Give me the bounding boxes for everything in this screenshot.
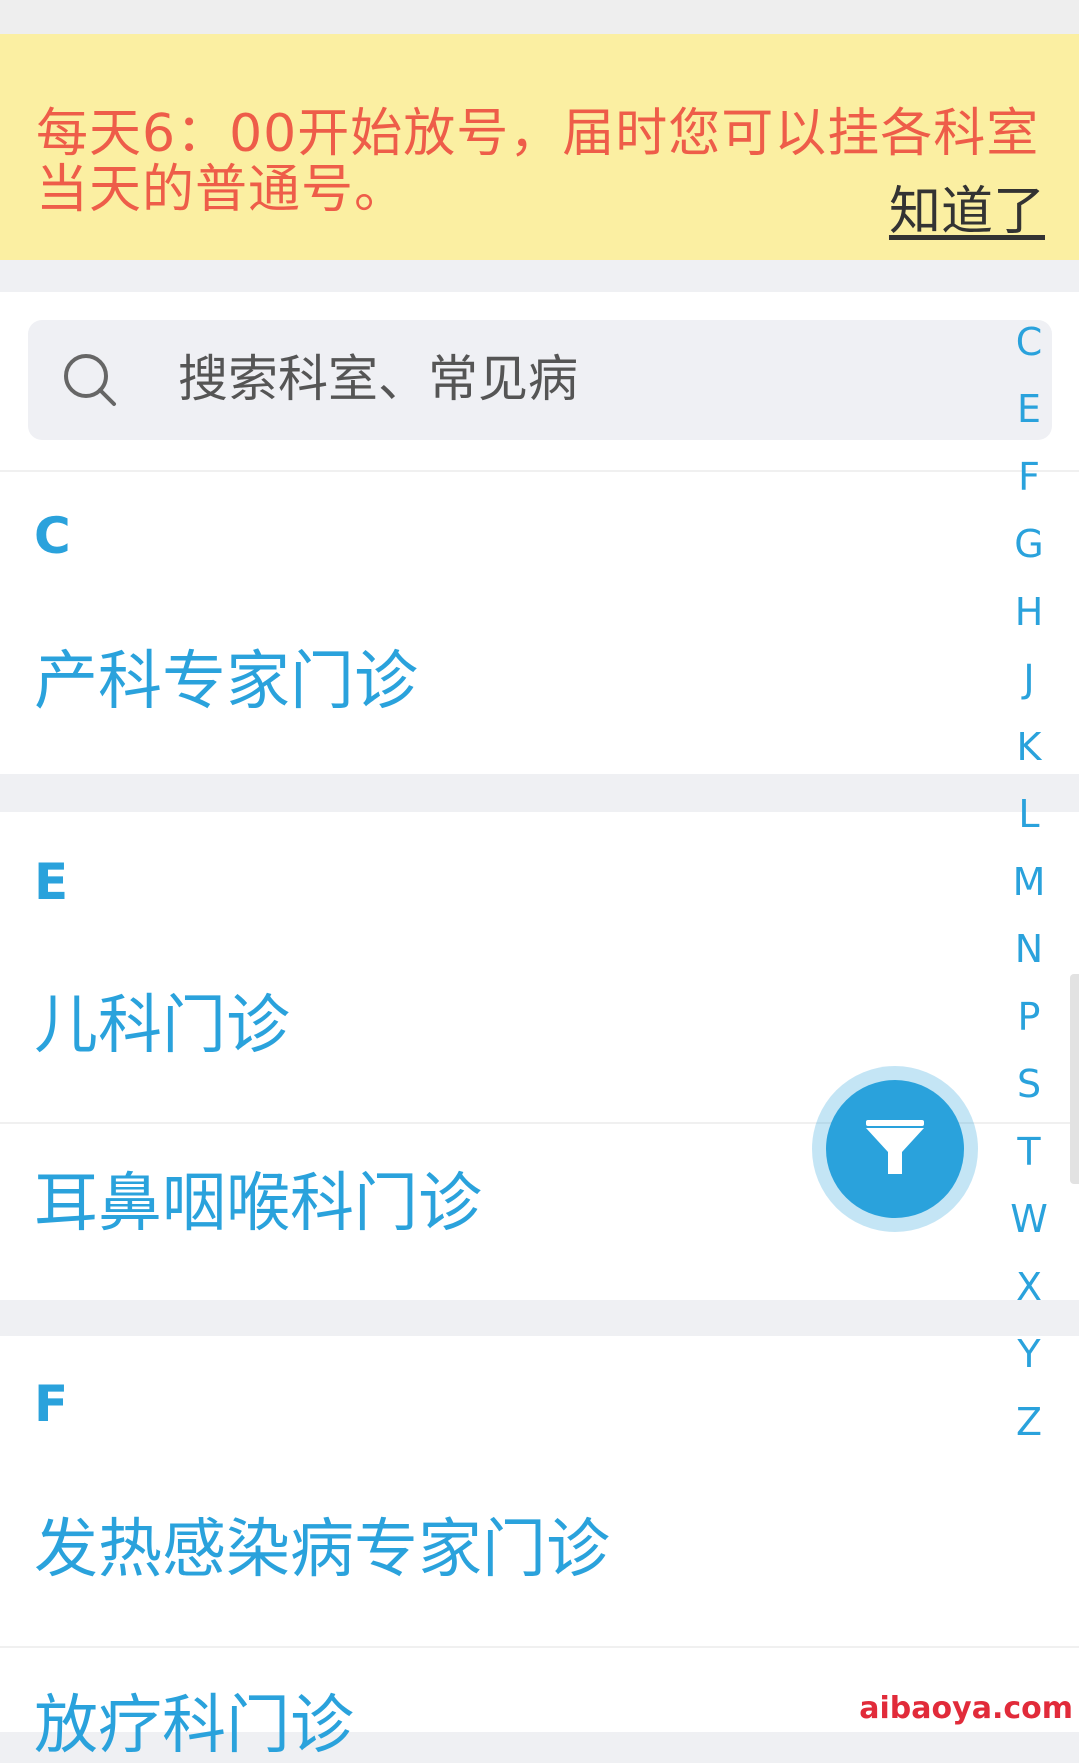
index-letter-j[interactable]: J xyxy=(1006,657,1052,701)
index-letter-x[interactable]: X xyxy=(1006,1265,1052,1309)
status-strip xyxy=(0,0,1079,34)
index-letter-y[interactable]: Y xyxy=(1006,1332,1052,1376)
notice-banner: 每天6：00开始放号，届时您可以挂各科室当天的普通号。 知道了 xyxy=(0,34,1079,260)
department-item[interactable]: 儿科门诊 xyxy=(34,990,290,1062)
index-letter-g[interactable]: G xyxy=(1006,522,1052,566)
index-letter-c[interactable]: C xyxy=(1006,320,1052,364)
index-letter-e[interactable]: E xyxy=(1006,387,1052,431)
filter-button[interactable] xyxy=(826,1080,964,1218)
index-letter-m[interactable]: M xyxy=(1006,860,1052,904)
search-bar[interactable] xyxy=(28,320,1052,440)
department-item[interactable]: 发热感染病专家门诊 xyxy=(34,1514,610,1586)
index-letter-s[interactable]: S xyxy=(1006,1062,1052,1106)
filter-icon xyxy=(866,1120,924,1174)
index-letter-w[interactable]: W xyxy=(1006,1197,1052,1241)
department-item[interactable]: 产科专家门诊 xyxy=(34,646,418,718)
department-item[interactable]: 放疗科门诊 xyxy=(34,1690,354,1762)
index-letter-l[interactable]: L xyxy=(1006,792,1052,836)
department-item[interactable]: 耳鼻咽喉科门诊 xyxy=(34,1168,482,1240)
index-letter-f[interactable]: F xyxy=(1006,455,1052,499)
section-letter-e: E xyxy=(34,853,69,911)
divider xyxy=(0,470,1079,472)
index-letter-p[interactable]: P xyxy=(1006,995,1052,1039)
notice-ack-link[interactable]: 知道了 xyxy=(889,182,1045,242)
watermark: aibaoya.com xyxy=(859,1691,1073,1726)
search-icon xyxy=(64,354,116,406)
scrollbar-handle[interactable] xyxy=(1070,974,1079,1184)
section-letter-c: C xyxy=(34,507,71,565)
section-letter-f: F xyxy=(34,1375,69,1433)
index-letter-n[interactable]: N xyxy=(1006,927,1052,971)
index-letter-t[interactable]: T xyxy=(1006,1130,1052,1174)
index-letter-k[interactable]: K xyxy=(1006,725,1052,769)
divider xyxy=(0,1646,1079,1648)
index-letter-z[interactable]: Z xyxy=(1006,1400,1052,1444)
index-letter-h[interactable]: H xyxy=(1006,590,1052,634)
search-input[interactable] xyxy=(148,334,1048,424)
